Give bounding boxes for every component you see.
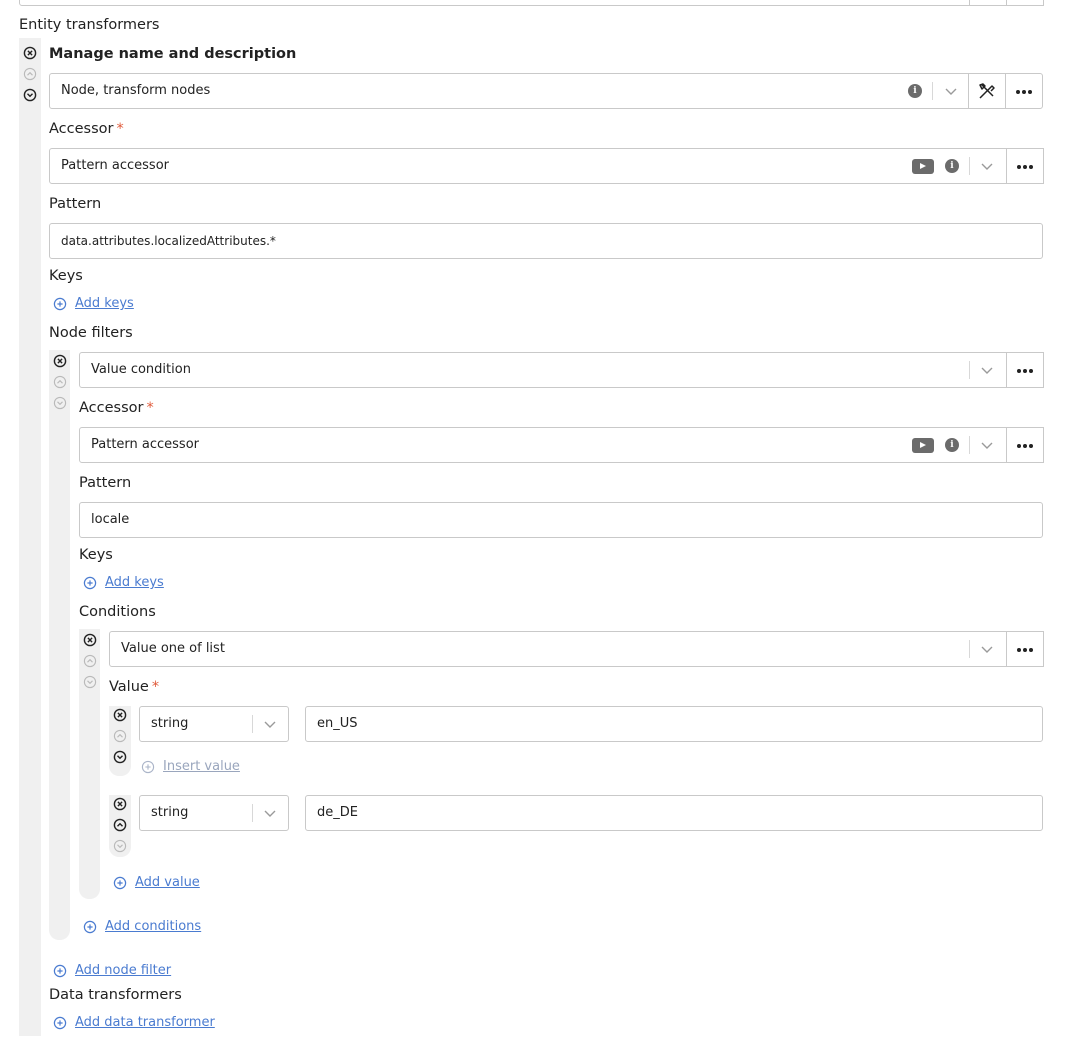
arrow-up-icon [113,729,127,743]
arrow-down-icon[interactable] [23,88,37,102]
more-options-button[interactable] [1006,427,1044,463]
value-text: de_DE [317,805,358,820]
plus-circle-icon [53,964,67,978]
tools-button[interactable] [968,73,1006,109]
more-options-button[interactable] [1006,631,1044,667]
arrow-up-icon [83,654,97,668]
plus-circle-icon [113,876,127,890]
plus-circle-icon [83,920,97,934]
node-filter-type-value: Value condition [91,362,191,377]
insert-value-link[interactable]: Insert value [163,757,240,777]
node-filter-pattern-input[interactable]: locale [79,502,1043,538]
tools-icon [977,81,997,101]
plus-circle-icon [53,297,67,311]
add-keys-link[interactable]: Add keys [105,573,164,593]
condition-type-value: Value one of list [121,641,225,656]
info-icon[interactable]: i [945,159,959,173]
node-filter-pattern-value: locale [91,512,130,527]
data-transformers-label: Data transformers [49,987,182,1003]
plus-circle-icon [141,760,155,774]
value-label: Value * [109,679,160,695]
more-options-button[interactable] [1006,148,1044,184]
arrow-up-icon [53,375,67,389]
accessor-value: Pattern accessor [61,158,170,173]
arrow-down-icon [113,839,127,853]
entity-transformers-heading: Entity transformers [19,17,160,33]
value-text: en_US [317,716,358,731]
value-input[interactable]: en_US [305,706,1043,742]
node-filter-accessor-select[interactable]: Pattern accessor i [79,427,1044,463]
play-icon[interactable] [912,438,934,453]
info-icon[interactable]: i [908,84,922,98]
transformer-type-value: Node, transform nodes [61,83,211,98]
accessor-select[interactable]: Pattern accessor i [49,148,1044,184]
transformer-type-select[interactable]: Node, transform nodes i [49,73,1043,109]
close-icon[interactable] [23,46,37,60]
node-filter-keys-label: Keys [79,547,113,563]
add-node-filter-link[interactable]: Add node filter [75,961,171,981]
value-type-select[interactable]: string [139,795,289,831]
value-type: string [151,716,189,731]
add-keys-link[interactable]: Add keys [75,294,134,314]
arrow-up-icon [23,67,37,81]
chevron-down-icon[interactable] [260,714,280,734]
accessor-label: Accessor * [49,121,124,137]
chevron-down-icon[interactable] [941,81,961,101]
chevron-down-icon[interactable] [977,435,997,455]
close-icon[interactable] [113,708,127,722]
arrow-down-icon [83,675,97,689]
node-filters-label: Node filters [49,325,133,341]
close-icon[interactable] [113,797,127,811]
pattern-input[interactable]: data.attributes.localizedAttributes.* [49,223,1043,259]
value-type: string [151,805,189,820]
transformer-title: Manage name and description [49,46,297,62]
arrow-down-icon[interactable] [113,750,127,764]
more-options-button[interactable] [1006,352,1044,388]
chevron-down-icon[interactable] [977,360,997,380]
previous-field[interactable] [19,0,1044,6]
add-value-link[interactable]: Add value [135,873,200,893]
transformer-rail [19,38,41,1036]
node-filter-accessor-value: Pattern accessor [91,437,200,452]
node-filter-rail [49,350,70,940]
add-data-transformer-link[interactable]: Add data transformer [75,1013,215,1033]
node-filter-pattern-label: Pattern [79,475,132,491]
arrow-down-icon [53,396,67,410]
chevron-down-icon[interactable] [260,803,280,823]
node-filter-type-select[interactable]: Value condition [79,352,1044,388]
more-options-button[interactable] [1006,74,1042,108]
value-input[interactable]: de_DE [305,795,1043,831]
pattern-label: Pattern [49,196,102,212]
pattern-value: data.attributes.localizedAttributes.* [61,234,276,248]
add-conditions-link[interactable]: Add conditions [105,917,201,937]
close-icon[interactable] [83,633,97,647]
keys-label: Keys [49,268,83,284]
play-icon[interactable] [912,159,934,174]
condition-rail [79,629,100,899]
arrow-up-icon[interactable] [113,818,127,832]
chevron-down-icon[interactable] [977,639,997,659]
chevron-down-icon[interactable] [977,156,997,176]
node-filter-accessor-label: Accessor * [79,400,154,416]
plus-circle-icon [83,576,97,590]
conditions-label: Conditions [79,604,156,620]
close-icon[interactable] [53,354,67,368]
condition-type-select[interactable]: Value one of list [109,631,1044,667]
value-type-select[interactable]: string [139,706,289,742]
info-icon[interactable]: i [945,438,959,452]
plus-circle-icon [53,1016,67,1030]
